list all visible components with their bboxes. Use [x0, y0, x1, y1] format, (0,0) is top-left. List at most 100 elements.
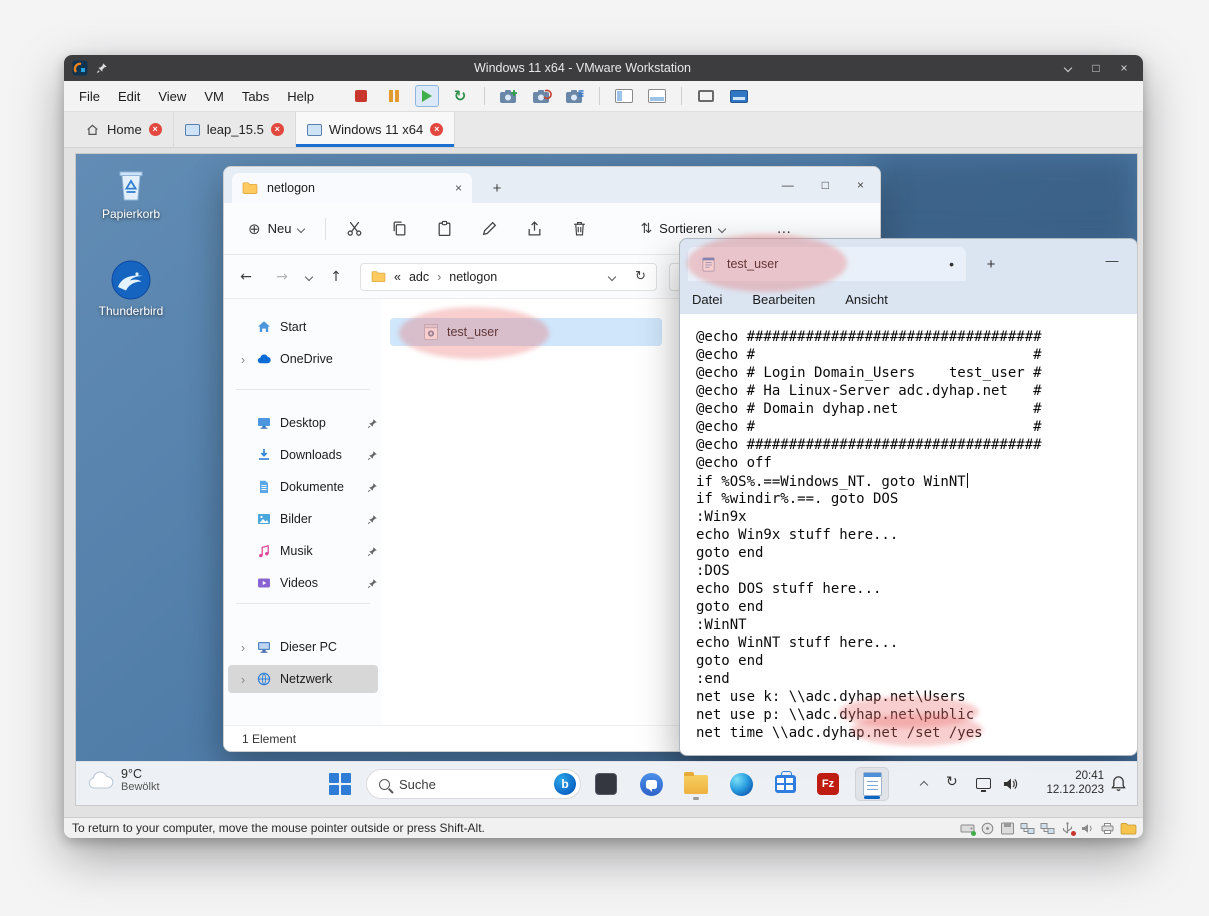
minimize-button[interactable]: —	[782, 178, 794, 192]
sidebar-item-pictures[interactable]: Bilder	[228, 505, 378, 533]
rename-button[interactable]	[472, 213, 506, 245]
library-panel-button[interactable]	[612, 85, 636, 107]
refresh-icon[interactable]: ↻	[635, 269, 646, 284]
taskbar-app-dark[interactable]	[589, 767, 623, 801]
taskbar-app-teams[interactable]	[634, 767, 668, 801]
thumbnail-bar-button[interactable]	[645, 85, 669, 107]
menu-help[interactable]: Help	[278, 84, 323, 109]
network-adapter-icon[interactable]	[1020, 822, 1035, 835]
breadcrumb-item-adc[interactable]: adc	[409, 270, 429, 284]
vm-screen[interactable]: Papierkorb Thunderbird netlogon × + —	[75, 153, 1138, 806]
menu-tabs[interactable]: Tabs	[233, 84, 278, 109]
hard-disk-icon[interactable]	[960, 822, 975, 835]
sidebar-item-music[interactable]: Musik	[228, 537, 378, 565]
notepad-tab-test-user[interactable]: test_user •	[688, 247, 966, 281]
revert-snapshot-button[interactable]	[530, 85, 554, 107]
copy-button[interactable]	[382, 213, 416, 245]
power-on-button[interactable]	[415, 85, 439, 107]
taskbar-app-store[interactable]	[768, 767, 802, 801]
expander-icon[interactable]: ›	[238, 672, 248, 687]
weather-widget[interactable]: 9°C Bewölkt	[86, 767, 160, 793]
tab-windows11[interactable]: Windows 11 x64 ×	[296, 112, 455, 147]
tab-home[interactable]: Home ×	[74, 112, 174, 147]
breadcrumb-collapse-icon[interactable]: «	[394, 270, 401, 284]
volume-tray-icon[interactable]	[1002, 776, 1018, 792]
sound-device-icon[interactable]	[1080, 822, 1095, 835]
explorer-tab-netlogon[interactable]: netlogon ×	[232, 173, 472, 203]
minimize-button[interactable]: —	[1095, 245, 1129, 275]
bing-icon[interactable]: b	[554, 773, 576, 795]
sidebar-item-desktop[interactable]: Desktop	[228, 409, 378, 437]
sidebar-item-onedrive[interactable]: › OneDrive	[228, 345, 378, 373]
taskbar-app-explorer[interactable]	[679, 767, 713, 801]
printer-icon[interactable]	[1100, 822, 1115, 835]
close-button[interactable]: ×	[857, 178, 864, 192]
new-tab-button[interactable]: +	[486, 177, 508, 199]
sidebar-item-network[interactable]: › Netzwerk	[228, 665, 378, 693]
maximize-button[interactable]: □	[822, 178, 829, 192]
menu-vm[interactable]: VM	[195, 84, 233, 109]
share-button[interactable]	[517, 213, 551, 245]
network-adapter2-icon[interactable]	[1040, 822, 1055, 835]
taskbar-app-notepad[interactable]	[855, 767, 889, 801]
more-options-button[interactable]: …	[769, 220, 799, 237]
usb-device-icon[interactable]	[1060, 822, 1075, 835]
delete-button[interactable]	[562, 213, 596, 245]
menu-ansicht[interactable]: Ansicht	[845, 292, 888, 307]
fullscreen-button[interactable]	[694, 85, 718, 107]
forward-button[interactable]: →	[270, 269, 294, 285]
console-view-button[interactable]	[727, 85, 751, 107]
menu-bearbeiten[interactable]: Bearbeiten	[752, 292, 815, 307]
shared-folder-icon[interactable]	[1120, 821, 1137, 835]
up-button[interactable]: ↑	[324, 269, 348, 285]
file-row-test-user[interactable]: test_user	[390, 318, 662, 346]
taskbar-app-filezilla[interactable]: Fz	[811, 767, 845, 801]
sidebar-item-documents[interactable]: Dokumente	[228, 473, 378, 501]
cd-rom-icon[interactable]	[980, 822, 995, 835]
address-dropdown-chevron-icon[interactable]	[608, 272, 616, 280]
expander-icon[interactable]: ›	[238, 352, 248, 367]
desktop-icon-recycle-bin[interactable]: Papierkorb	[85, 162, 177, 221]
close-tab-icon[interactable]: ×	[149, 123, 162, 136]
menu-datei[interactable]: Datei	[692, 292, 722, 307]
taskbar-search[interactable]: Suche b	[366, 769, 581, 799]
notepad-text-area[interactable]: @echo ##################################…	[680, 314, 1137, 755]
new-item-button[interactable]: ⊕ Neu	[238, 214, 314, 244]
hidden-icons-chevron-icon[interactable]	[920, 781, 928, 789]
notifications-bell-icon[interactable]	[1110, 775, 1127, 792]
sync-tray-icon[interactable]: ↻	[946, 774, 958, 790]
network-tray-icon[interactable]	[976, 778, 991, 789]
menu-edit[interactable]: Edit	[109, 84, 149, 109]
recent-locations-chevron-icon[interactable]	[305, 272, 313, 280]
start-button[interactable]	[323, 767, 357, 801]
close-tab-icon[interactable]: ×	[430, 123, 443, 136]
desktop-icon-thunderbird[interactable]: Thunderbird	[85, 259, 177, 318]
back-button[interactable]: ←	[234, 269, 258, 285]
taskbar-app-edge[interactable]	[724, 767, 758, 801]
pin-icon[interactable]	[96, 62, 108, 74]
taskbar-clock[interactable]: 20:41 12.12.2023	[1026, 769, 1104, 797]
sidebar-item-start[interactable]: Start	[228, 313, 378, 341]
sidebar-item-this-pc[interactable]: › Dieser PC	[228, 633, 378, 661]
cut-button[interactable]	[337, 213, 371, 245]
manage-snapshots-button[interactable]	[563, 85, 587, 107]
maximize-button[interactable]: □	[1085, 59, 1107, 77]
take-snapshot-button[interactable]	[497, 85, 521, 107]
close-button[interactable]: ×	[1113, 59, 1135, 77]
expander-icon[interactable]: ›	[238, 640, 248, 655]
close-tab-icon[interactable]: ×	[271, 123, 284, 136]
power-off-button[interactable]	[349, 85, 373, 107]
tab-leap[interactable]: leap_15.5 ×	[174, 112, 296, 147]
breadcrumb-item-netlogon[interactable]: netlogon	[449, 270, 497, 284]
menu-file[interactable]: File	[70, 84, 109, 109]
new-tab-button[interactable]: +	[980, 253, 1002, 275]
breadcrumb[interactable]: « adc › netlogon ↻	[360, 263, 657, 291]
menu-view[interactable]: View	[149, 84, 195, 109]
sidebar-item-downloads[interactable]: Downloads	[228, 441, 378, 469]
close-tab-icon[interactable]: ×	[455, 181, 462, 195]
suspend-button[interactable]	[382, 85, 406, 107]
floppy-icon[interactable]	[1000, 822, 1015, 835]
sidebar-item-videos[interactable]: Videos	[228, 569, 378, 597]
window-menu-button[interactable]	[1057, 59, 1079, 77]
paste-button[interactable]	[427, 213, 461, 245]
